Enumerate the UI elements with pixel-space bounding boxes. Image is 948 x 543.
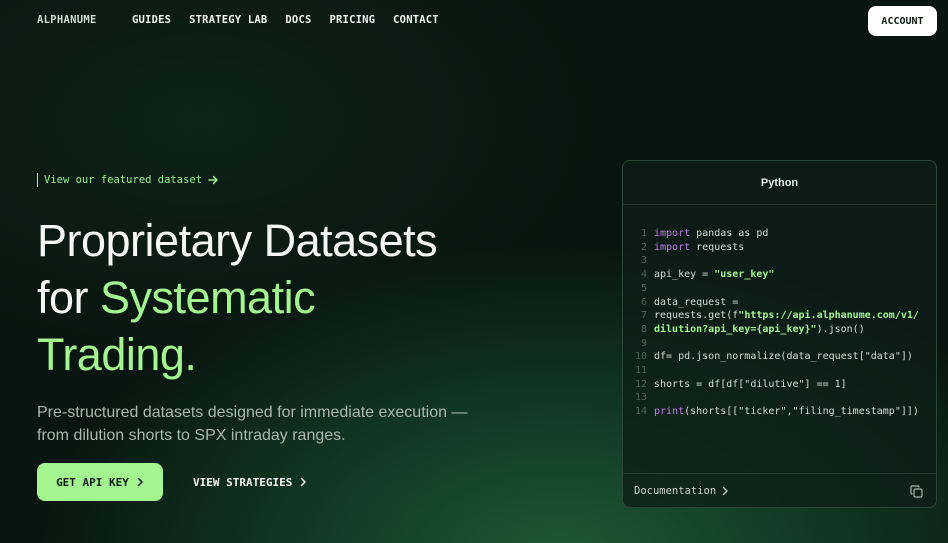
code-text: shorts = df[df["dilutive"] == 1]: [647, 378, 847, 392]
documentation-label: Documentation: [634, 485, 717, 497]
nav-link-pricing[interactable]: PRICING: [330, 14, 376, 26]
code-line: 12 shorts = df[df["dilutive"] == 1]: [623, 378, 936, 392]
code-string: dilution?api_key={api_key}": [654, 323, 817, 335]
code-text: df= pd.json_normalize(data_request["data…: [647, 350, 913, 364]
code-text: requests.get(f"https://api.alphanume.com…: [647, 309, 919, 323]
code-token: requests: [690, 241, 745, 253]
line-number: 14: [634, 406, 647, 418]
line-number: 7: [640, 310, 647, 322]
get-api-key-button[interactable]: GET API KEY: [37, 463, 163, 501]
code-line: 4 api_key = "user_key": [623, 268, 936, 282]
arrow-right-icon: [208, 175, 218, 185]
code-line: 1 import pandas as pd: [623, 227, 936, 241]
line-number: 12: [634, 378, 647, 390]
code-token: shorts = df[df["dilutive"] == 1]: [654, 378, 847, 390]
code-token: api_key =: [654, 269, 715, 281]
hero-subtitle: Pre-structured datasets designed for imm…: [37, 404, 468, 444]
line-number: 2: [640, 241, 647, 253]
top-nav: ALPHANUME GUIDES STRATEGY LAB DOCS PRICI…: [0, 0, 948, 40]
nav-link-docs[interactable]: DOCS: [285, 14, 311, 26]
tab-python[interactable]: Python: [623, 161, 936, 205]
nav-link-strategy-lab[interactable]: STRATEGY LAB: [189, 14, 267, 26]
code-token: data_request =: [654, 296, 739, 308]
code-token: (shorts[["ticker","filing_timestamp"]]): [684, 406, 919, 418]
code-line: 2 import requests: [623, 241, 936, 255]
code-token: ).json(): [816, 323, 865, 335]
chevron-right-icon: [137, 477, 143, 487]
code-string: "user_key": [714, 269, 775, 281]
code-line: 14 print(shorts[["ticker","filing_timesta…: [623, 405, 936, 419]
headline-line-2-accent: Systematic: [100, 272, 316, 323]
featured-dataset-label: View our featured dataset: [44, 174, 203, 186]
chevron-right-icon: [722, 486, 728, 496]
code-text: import pandas as pd: [647, 227, 768, 241]
code-line: 5: [623, 282, 936, 296]
code-keyword: import: [654, 241, 691, 253]
code-keyword: print: [654, 406, 685, 418]
account-button[interactable]: ACCOUNT: [868, 6, 937, 36]
line-number: 6: [640, 296, 647, 308]
code-text: api_key = "user_key": [647, 268, 774, 282]
headline-line-3-accent: Trading.: [37, 329, 197, 380]
get-api-key-label: GET API KEY: [56, 475, 129, 489]
line-number: 8: [640, 323, 647, 335]
nav-link-guides[interactable]: GUIDES: [132, 14, 171, 26]
code-block: 1 import pandas as pd 2 import requests 3 4a…: [623, 227, 936, 419]
line-number: 13: [634, 392, 647, 404]
code-line: 13: [623, 391, 936, 405]
line-number: 10: [634, 351, 647, 363]
code-token: pandas as pd: [690, 228, 769, 239]
headline-line-2-plain: for: [37, 272, 101, 323]
code-line: 9: [623, 337, 936, 351]
code-line: 8 dilution?api_key={api_key}").json(): [623, 323, 936, 337]
view-strategies-label: VIEW STRATEGIES: [193, 475, 293, 489]
code-token: df= pd.json_normalize(data_request["data…: [654, 351, 913, 363]
line-number: 9: [640, 337, 647, 349]
line-number: 5: [640, 282, 647, 294]
code-string: "https://api.alphanume.com/v1/: [738, 310, 919, 322]
code-text: dilution?api_key={api_key}").json(): [647, 323, 865, 337]
code-line: 6 data_request =: [623, 296, 936, 310]
headline-line-1: Proprietary Datasets: [37, 215, 438, 266]
code-line: 3: [623, 254, 936, 268]
code-line: 7 requests.get(f"https://api.alphanume.co…: [623, 309, 936, 323]
line-number: 4: [640, 269, 647, 281]
code-line: 10 df= pd.json_normalize(data_request["da…: [623, 350, 936, 364]
documentation-link[interactable]: Documentation: [634, 485, 729, 497]
line-number: 11: [634, 365, 647, 377]
code-text: data_request =: [647, 296, 738, 310]
code-token: requests.get(f: [654, 310, 739, 322]
code-example-panel: Python 1 import pandas as pd 2 import reque…: [622, 160, 937, 508]
nav-links: GUIDES STRATEGY LAB DOCS PRICING CONTACT: [132, 14, 439, 26]
line-number: 3: [640, 255, 647, 267]
code-text: import requests: [647, 241, 744, 255]
code-keyword: import: [654, 228, 691, 239]
nav-link-contact[interactable]: CONTACT: [393, 14, 439, 26]
line-number: 1: [640, 228, 647, 239]
code-panel-footer: Documentation: [623, 473, 936, 507]
view-strategies-button[interactable]: VIEW STRATEGIES: [193, 463, 307, 501]
featured-dataset-link[interactable]: View our featured dataset: [37, 173, 219, 187]
code-text: print(shorts[["ticker","filing_timestamp…: [647, 405, 919, 419]
copy-icon[interactable]: [910, 485, 923, 498]
chevron-right-icon: [301, 477, 307, 487]
code-line: 11: [623, 364, 936, 378]
logo[interactable]: ALPHANUME: [37, 14, 97, 26]
hero-headline: Proprietary Datasets for Systematic Trad…: [37, 212, 557, 383]
